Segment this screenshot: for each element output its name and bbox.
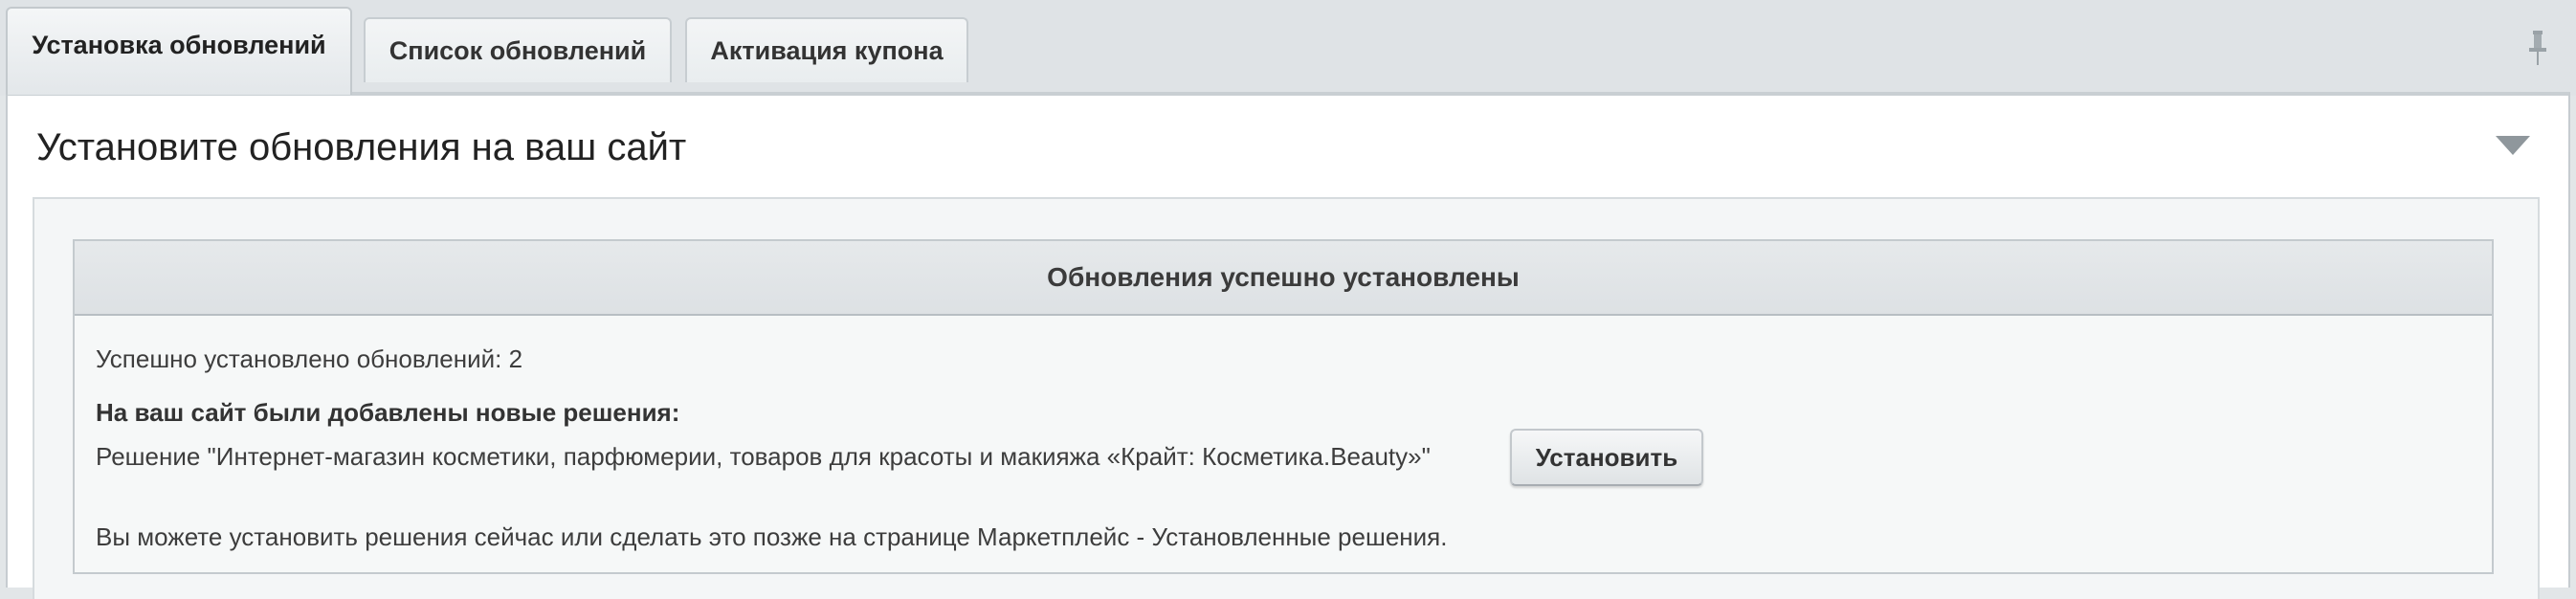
updates-panel: Установите обновления на ваш сайт Обновл… xyxy=(6,92,2570,599)
tab-install-updates[interactable]: Установка обновлений xyxy=(6,7,352,95)
footer-hint: Вы можете установить решения сейчас или … xyxy=(96,522,1448,551)
new-solutions-heading: На ваш сайт были добавлены новые решения… xyxy=(96,398,680,427)
tab-label: Установка обновлений xyxy=(32,30,326,59)
triangle-down-icon[interactable] xyxy=(2496,136,2530,157)
tab-coupon-activation[interactable]: Активация купона xyxy=(685,17,968,82)
pin-icon[interactable] xyxy=(2524,29,2551,67)
solution-description: Решение "Интернет-магазин косметики, пар… xyxy=(96,442,1431,471)
page-title: Установите обновления на ваш сайт xyxy=(36,126,687,168)
tab-updates-list[interactable]: Список обновлений xyxy=(364,17,672,82)
tab-label: Список обновлений xyxy=(389,35,647,65)
content-area: Обновления успешно установлены Успешно у… xyxy=(33,197,2540,599)
notice-header: Обновления успешно установлены xyxy=(75,241,2492,316)
success-notice: Обновления успешно установлены Успешно у… xyxy=(73,239,2494,574)
installed-count-text: Успешно установлено обновлений: 2 xyxy=(96,344,523,373)
tab-label: Активация купона xyxy=(710,35,944,65)
install-button[interactable]: Установить xyxy=(1510,429,1703,486)
tab-bar: Установка обновлений Список обновлений А… xyxy=(0,0,2576,96)
